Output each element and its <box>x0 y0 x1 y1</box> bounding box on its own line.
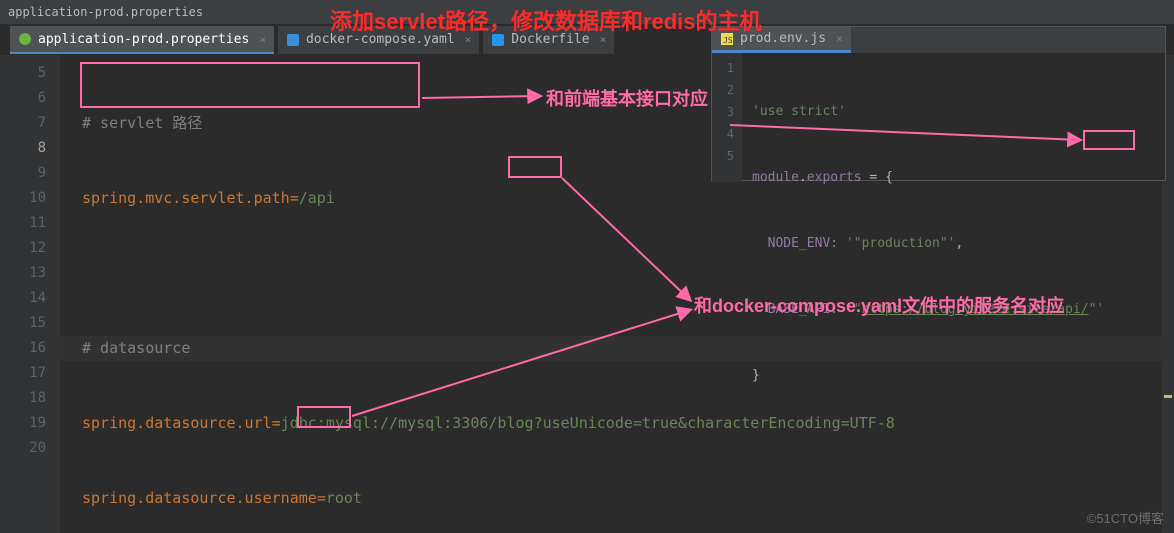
line-gutter: 5 6 7 8 9 10 11 12 13 14 15 16 17 18 19 … <box>0 55 60 533</box>
tab-prod-env-js[interactable]: JS prod.env.js × <box>712 27 851 53</box>
panel-code[interactable]: 'use strict' module.exports = { NODE_ENV… <box>742 53 1165 182</box>
code-line: 'use strict' <box>752 101 1165 123</box>
svg-text:JS: JS <box>723 36 733 45</box>
panel-body[interactable]: 1 2 3 4 5 'use strict' module.exports = … <box>712 53 1165 182</box>
docker-icon <box>491 33 505 47</box>
line-number: 10 <box>0 186 46 211</box>
panel-gutter: 1 2 3 4 5 <box>712 53 742 182</box>
line-number: 15 <box>0 311 46 336</box>
line-number: 14 <box>0 286 46 311</box>
watermark: ©51CTO博客 <box>1087 508 1164 527</box>
code-line: } <box>752 365 1165 387</box>
editor-window: application-prod.properties application-… <box>0 0 1174 533</box>
tab-label: prod.env.js <box>740 31 826 46</box>
code-line: BASE_API: '"https://blog.yilele.site/api… <box>752 299 1165 321</box>
breadcrumb-path: application-prod.properties <box>8 5 203 19</box>
line-number: 12 <box>0 236 46 261</box>
tab-dockerfile[interactable]: Dockerfile × <box>483 26 614 54</box>
panel-tabs: JS prod.env.js × <box>712 27 1165 53</box>
line-number: 5 <box>712 145 734 167</box>
code-line: spring.datasource.username=root <box>60 486 1174 511</box>
close-icon[interactable]: × <box>259 33 266 46</box>
line-number: 6 <box>0 86 46 111</box>
tab-application-prod[interactable]: application-prod.properties × <box>10 26 274 54</box>
warning-marker[interactable] <box>1164 395 1172 398</box>
line-number: 2 <box>712 79 734 101</box>
tab-label: Dockerfile <box>511 32 589 47</box>
line-number: 16 <box>0 336 46 361</box>
close-icon[interactable]: × <box>600 33 607 46</box>
tab-label: docker-compose.yaml <box>306 32 455 47</box>
line-number: 5 <box>0 61 46 86</box>
line-number: 4 <box>712 123 734 145</box>
line-number: 19 <box>0 411 46 436</box>
tab-docker-compose[interactable]: docker-compose.yaml × <box>278 26 479 54</box>
side-editor-panel: JS prod.env.js × 1 2 3 4 5 'use strict' … <box>711 26 1166 181</box>
js-icon: JS <box>720 32 734 46</box>
line-number: 17 <box>0 361 46 386</box>
line-number: 11 <box>0 211 46 236</box>
code-line: module.exports = { <box>752 167 1165 189</box>
close-icon[interactable]: × <box>836 32 843 45</box>
breadcrumb: application-prod.properties <box>0 0 1174 24</box>
tab-label: application-prod.properties <box>38 32 249 47</box>
line-number: 1 <box>712 57 734 79</box>
close-icon[interactable]: × <box>465 33 472 46</box>
line-number: 20 <box>0 436 46 461</box>
editor-tabs: application-prod.properties × docker-com… <box>10 26 614 54</box>
line-number: 13 <box>0 261 46 286</box>
line-number: 8 <box>0 136 46 161</box>
line-number: 7 <box>0 111 46 136</box>
line-number: 18 <box>0 386 46 411</box>
code-line: NODE_ENV: '"production"', <box>752 233 1165 255</box>
spring-icon <box>18 32 32 46</box>
line-number: 9 <box>0 161 46 186</box>
yaml-icon <box>286 33 300 47</box>
line-number: 3 <box>712 101 734 123</box>
